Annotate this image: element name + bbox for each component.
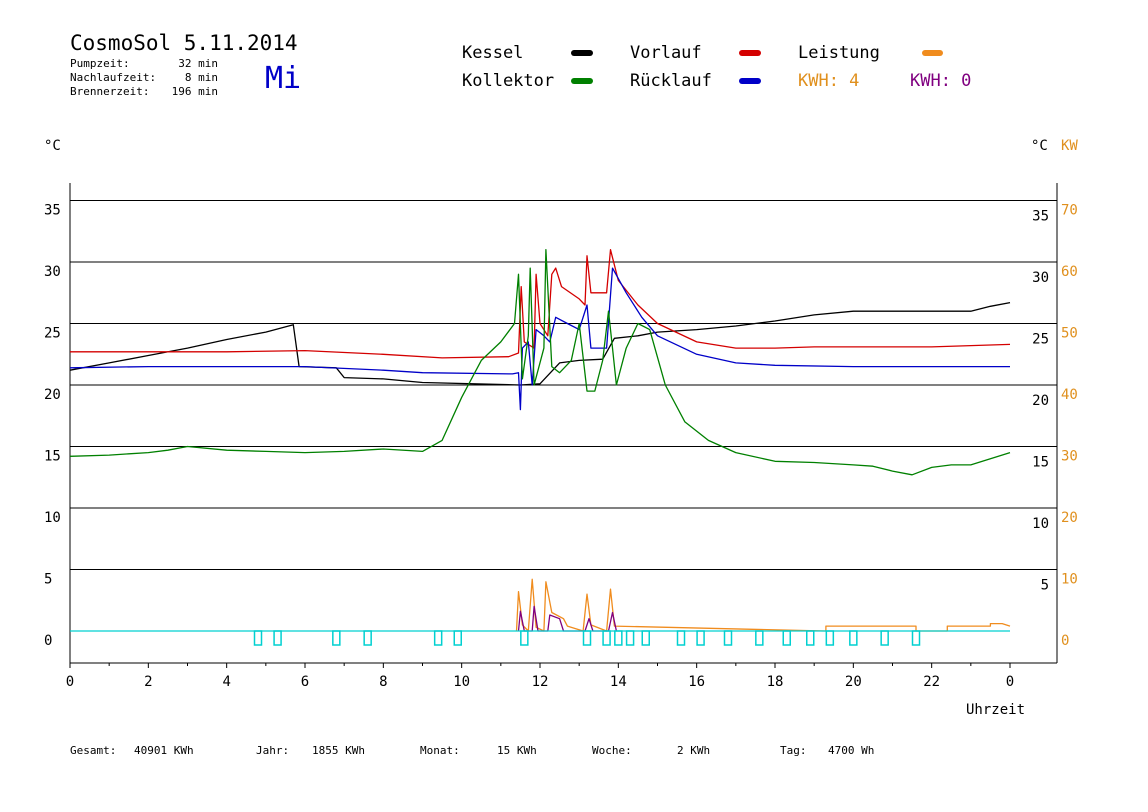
- pump-marker-21: [911, 630, 921, 646]
- pump-marker-16: [782, 630, 791, 646]
- pump-marker-1: [273, 630, 282, 646]
- series-line-kollektor: [69, 249, 1011, 476]
- series-line-vorlauf: [70, 249, 1011, 359]
- stat-pumpzeit-value: 32 min: [178, 57, 218, 70]
- right-axis-unit: °C: [1031, 138, 1048, 154]
- pump-marker-8: [602, 630, 611, 646]
- kw-tick-20: 20: [1061, 510, 1078, 526]
- x-tick-5: 10: [453, 674, 470, 690]
- x-tick-2: 4: [222, 674, 230, 690]
- pump-marker-0: [253, 630, 263, 646]
- pump-marker-17: [806, 630, 815, 646]
- left-tick-10: 10: [44, 510, 61, 526]
- pump-marker-4: [433, 630, 443, 646]
- kw-tick-70: 70: [1061, 203, 1078, 219]
- left-tick-30: 30: [44, 264, 61, 280]
- footer-monat-label: Monat:: [420, 744, 460, 757]
- stat-nachlaufzeit-value: 8 min: [185, 71, 218, 84]
- x-tick-11: 22: [923, 674, 940, 690]
- legend-kollektor-label: Kollektor: [462, 71, 554, 91]
- kw-tick-40: 40: [1061, 387, 1078, 403]
- footer-tag-value: 4700 Wh: [828, 744, 874, 757]
- weekday-label: Mi: [265, 61, 301, 96]
- pump-marker-11: [641, 630, 650, 646]
- series-lines: [69, 249, 1011, 632]
- left-tick-25: 25: [44, 326, 61, 342]
- x-axis-label: Uhrzeit: [966, 702, 1025, 718]
- kw-tick-50: 50: [1061, 326, 1078, 342]
- x-tick-1: 2: [144, 674, 152, 690]
- footer-tag-label: Tag:: [780, 744, 807, 757]
- right-tick-20: 20: [1032, 393, 1049, 409]
- legend-kwh2-label: KWH: 0: [910, 71, 971, 91]
- grid-lines: [70, 200, 1057, 570]
- kw-tick-60: 60: [1061, 264, 1078, 280]
- stat-brennerzeit-label: Brennerzeit:: [70, 85, 149, 98]
- x-tick-6: 12: [532, 674, 549, 690]
- footer-monat-value: 15 KWh: [497, 744, 537, 757]
- x-tick-12: 0: [1006, 674, 1014, 690]
- stat-nachlaufzeit-label: Nachlaufzeit:: [70, 71, 156, 84]
- legend-kwh1-label: KWH: 4: [798, 71, 859, 91]
- series-line-ruecklauf: [69, 267, 1010, 411]
- pump-marker-3: [363, 630, 372, 646]
- pump-marker-19: [849, 630, 858, 646]
- series-line-kessel: [69, 301, 1011, 386]
- x-tick-9: 18: [767, 674, 784, 690]
- legend-ruecklauf-label: Rücklauf: [630, 71, 712, 91]
- right-tick-10: 10: [1032, 516, 1049, 532]
- pump-markers: [70, 630, 1010, 646]
- pump-marker-14: [723, 630, 733, 646]
- footer-gesamt-value: 40901 KWh: [134, 744, 194, 757]
- temperature-chart: CosmoSol 5.11.2014 Pumpzeit: 32 min Nach…: [44, 31, 1078, 757]
- kw-tick-0: 0: [1061, 633, 1069, 649]
- pump-marker-2: [332, 630, 341, 646]
- x-tick-0: 0: [66, 674, 74, 690]
- left-tick-0: 0: [44, 633, 52, 649]
- pump-marker-10: [625, 630, 635, 646]
- right-tick-5: 5: [1041, 578, 1049, 594]
- stat-pumpzeit-label: Pumpzeit:: [70, 57, 130, 70]
- pump-marker-12: [676, 630, 686, 646]
- footer-woche-label: Woche:: [592, 744, 632, 757]
- legend-vorlauf-label: Vorlauf: [630, 43, 702, 63]
- footer-gesamt-label: Gesamt:: [70, 744, 116, 757]
- footer-jahr-label: Jahr:: [256, 744, 289, 757]
- pump-marker-15: [755, 630, 764, 646]
- right-tick-15: 15: [1032, 455, 1049, 471]
- pump-marker-5: [453, 630, 462, 646]
- kw-tick-10: 10: [1061, 572, 1078, 588]
- right-axis-unit-kw: KW: [1061, 138, 1078, 154]
- legend-kessel-label: Kessel: [462, 43, 523, 63]
- kw-tick-30: 30: [1061, 449, 1078, 465]
- x-tick-10: 20: [845, 674, 862, 690]
- right-tick-35: 35: [1032, 209, 1049, 225]
- left-tick-5: 5: [44, 572, 52, 588]
- x-tick-3: 6: [301, 674, 309, 690]
- x-tick-7: 14: [610, 674, 627, 690]
- pump-marker-9: [614, 630, 623, 646]
- pump-marker-20: [880, 630, 889, 646]
- pump-marker-6: [520, 630, 529, 646]
- pump-marker-18: [825, 630, 835, 646]
- right-tick-30: 30: [1032, 270, 1049, 286]
- chart-title: CosmoSol 5.11.2014: [70, 31, 298, 55]
- footer-woche-value: 2 KWh: [677, 744, 710, 757]
- pump-marker-13: [696, 630, 705, 646]
- left-tick-15: 15: [44, 449, 61, 465]
- right-tick-25: 25: [1032, 332, 1049, 348]
- left-axis-unit: °C: [44, 138, 61, 154]
- legend-leistung-label: Leistung: [798, 43, 880, 63]
- footer-jahr-value: 1855 KWh: [312, 744, 365, 757]
- left-tick-20: 20: [44, 387, 61, 403]
- stat-brennerzeit-value: 196 min: [172, 85, 218, 98]
- series-line-kwh2: [517, 605, 618, 632]
- left-tick-35: 35: [44, 203, 61, 219]
- pump-marker-7: [582, 630, 592, 646]
- axes: [69, 183, 1058, 664]
- x-tick-8: 16: [688, 674, 705, 690]
- x-tick-4: 8: [379, 674, 387, 690]
